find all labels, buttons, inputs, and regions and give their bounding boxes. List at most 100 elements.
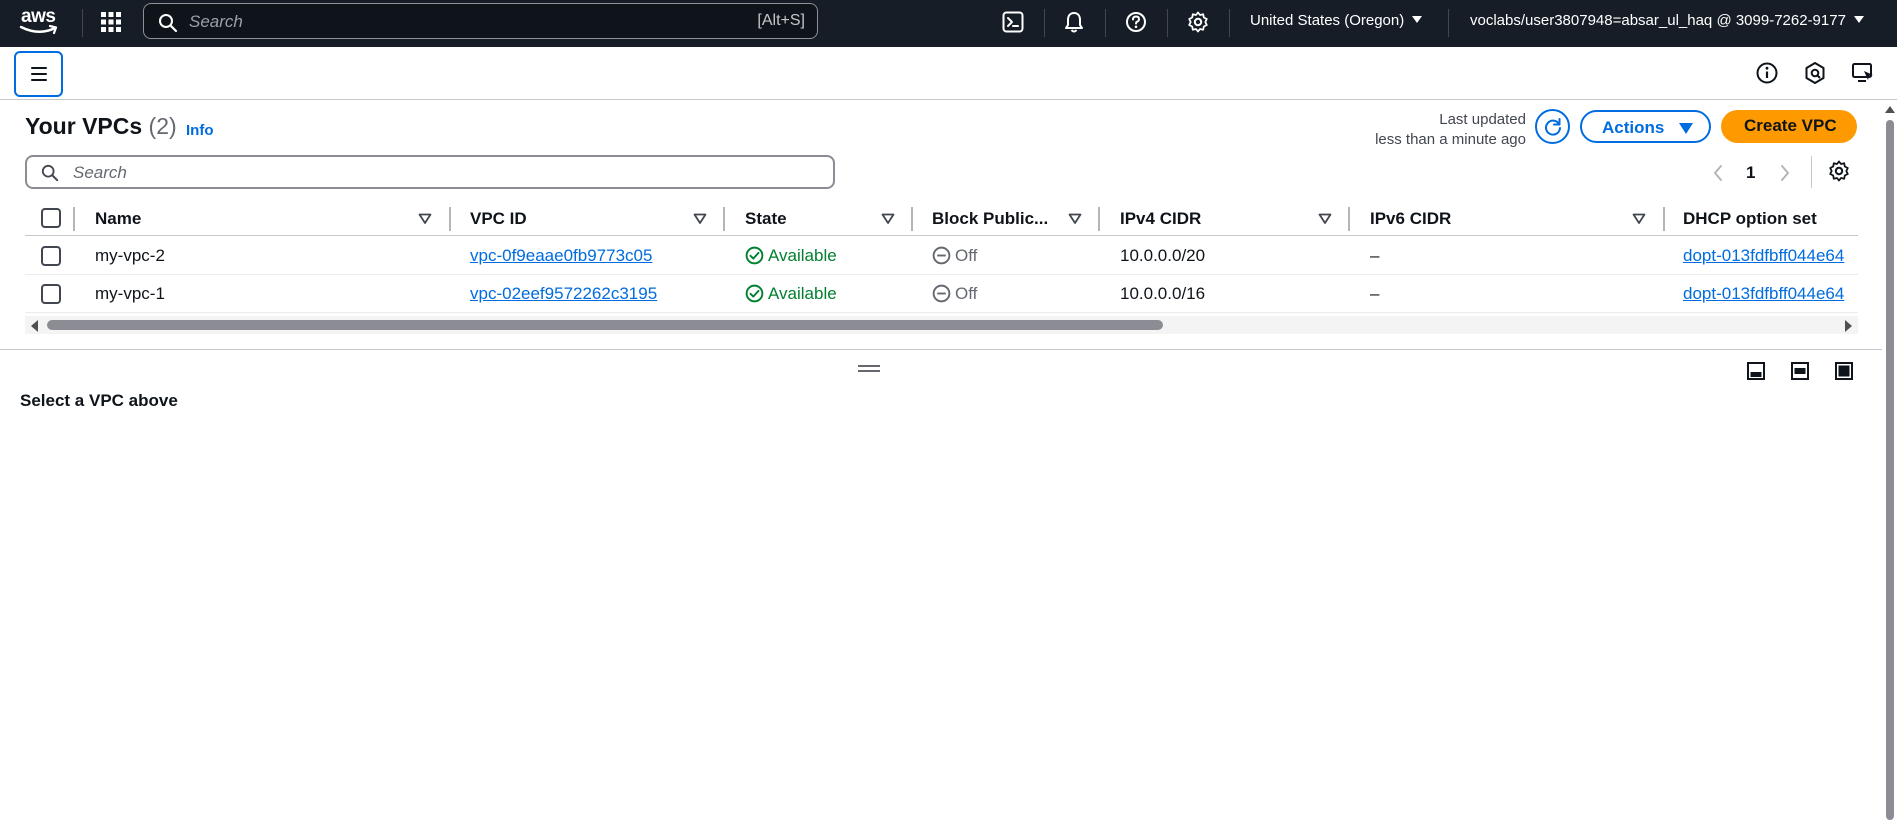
panel-bottom-icon[interactable] bbox=[1747, 362, 1765, 380]
help-icon[interactable] bbox=[1125, 11, 1147, 33]
ipv6-cidr: – bbox=[1370, 246, 1380, 265]
refresh-button[interactable] bbox=[1535, 109, 1570, 144]
vpc-id-link[interactable]: vpc-0f9eaae0fb9773c05 bbox=[470, 246, 652, 266]
scroll-right-arrow-icon[interactable] bbox=[1845, 320, 1852, 332]
vpc-id-link[interactable]: vpc-02eef9572262c3195 bbox=[470, 284, 657, 304]
vpc-search-input[interactable]: Search bbox=[25, 155, 835, 189]
table-row[interactable]: my-vpc-2 vpc-0f9eaae0fb9773c05 Available… bbox=[25, 237, 1858, 275]
column-header-ipv6-cidr[interactable]: IPv6 CIDR bbox=[1370, 209, 1451, 229]
column-divider[interactable] bbox=[723, 207, 725, 231]
column-header-dhcp-option-set[interactable]: DHCP option set bbox=[1683, 209, 1817, 229]
column-divider[interactable] bbox=[1098, 207, 1100, 231]
ipv6-cidr: – bbox=[1370, 284, 1380, 303]
table-row[interactable]: my-vpc-1 vpc-02eef9572262c3195 Available… bbox=[25, 275, 1858, 313]
stopped-circle-icon bbox=[932, 284, 951, 303]
cloudshell-icon[interactable] bbox=[1002, 11, 1024, 33]
page-title: Your VPCs (2) bbox=[25, 113, 177, 140]
column-header-block-public[interactable]: Block Public... bbox=[932, 209, 1048, 229]
ipv4-cidr: 10.0.0.0/16 bbox=[1120, 284, 1206, 303]
notifications-bell-icon[interactable] bbox=[1063, 11, 1085, 33]
security-icon[interactable] bbox=[1803, 61, 1827, 85]
page-title-text: Your VPCs bbox=[25, 113, 143, 139]
split-panel-divider bbox=[0, 349, 1882, 350]
last-updated-value: less than a minute ago bbox=[1375, 131, 1526, 148]
last-updated-label: Last updated bbox=[1439, 111, 1526, 128]
vpc-search-placeholder: Search bbox=[73, 163, 127, 182]
actions-label: Actions bbox=[1602, 118, 1665, 137]
navigation-menu-button[interactable] bbox=[14, 51, 63, 97]
caret-down-icon bbox=[1679, 123, 1693, 134]
state-label: Available bbox=[768, 246, 837, 265]
chevron-right-icon[interactable] bbox=[1779, 164, 1791, 182]
scroll-up-arrow-icon[interactable] bbox=[1885, 106, 1895, 113]
scrollbar-thumb[interactable] bbox=[47, 320, 1163, 330]
split-panel-message: Select a VPC above bbox=[20, 391, 178, 410]
row-checkbox[interactable] bbox=[41, 246, 61, 266]
settings-gear-icon[interactable] bbox=[1187, 11, 1209, 33]
scrollbar-thumb[interactable] bbox=[1886, 120, 1894, 820]
account-menu[interactable]: voclabs/user3807948=absar_ul_haq @ 3099-… bbox=[1470, 12, 1864, 29]
settings-gear-icon[interactable] bbox=[1828, 160, 1850, 182]
block-public-status: Off bbox=[932, 246, 977, 266]
block-public-label: Off bbox=[955, 284, 978, 303]
column-header-name[interactable]: Name bbox=[95, 209, 141, 229]
row-checkbox[interactable] bbox=[41, 284, 61, 304]
account-label: voclabs/user3807948=absar_ul_haq @ 3099-… bbox=[1470, 12, 1846, 29]
last-updated: Last updated less than a minute ago bbox=[1375, 110, 1526, 150]
column-divider bbox=[73, 207, 75, 231]
topbar-divider bbox=[82, 9, 83, 37]
check-circle-icon bbox=[745, 284, 764, 303]
column-header-vpc-id[interactable]: VPC ID bbox=[470, 209, 527, 229]
create-vpc-label: Create VPC bbox=[1744, 116, 1837, 135]
search-icon bbox=[159, 14, 178, 33]
column-header-state[interactable]: State bbox=[745, 209, 787, 229]
dhcp-option-set-link[interactable]: dopt-013fdfbff044e64 bbox=[1683, 284, 1844, 304]
topbar-divider bbox=[1167, 9, 1168, 37]
pagination: 1 bbox=[1712, 162, 1792, 184]
scroll-left-arrow-icon[interactable] bbox=[31, 320, 38, 332]
table-horizontal-scrollbar[interactable] bbox=[25, 316, 1858, 334]
drag-handle-icon bbox=[858, 365, 880, 367]
info-icon[interactable] bbox=[1755, 61, 1779, 85]
pagination-divider bbox=[1811, 156, 1812, 188]
info-link[interactable]: Info bbox=[186, 122, 214, 139]
state-status: Available bbox=[745, 246, 837, 266]
region-selector[interactable]: United States (Oregon) bbox=[1250, 12, 1423, 29]
panel-full-icon[interactable] bbox=[1835, 362, 1853, 380]
topbar-divider bbox=[1105, 9, 1106, 37]
page-vertical-scrollbar[interactable] bbox=[1882, 100, 1897, 826]
column-header-ipv4-cidr[interactable]: IPv4 CIDR bbox=[1120, 209, 1201, 229]
split-panel-drag-handle[interactable] bbox=[858, 365, 880, 373]
chevron-left-icon[interactable] bbox=[1712, 164, 1724, 182]
dhcp-option-set-link[interactable]: dopt-013fdfbff044e64 bbox=[1683, 246, 1844, 266]
table-header: Name VPC ID State Block Public... IPv4 C… bbox=[25, 203, 1858, 236]
aws-logo[interactable]: aws bbox=[19, 6, 61, 38]
column-divider[interactable] bbox=[911, 207, 913, 231]
console-subbar bbox=[0, 47, 1897, 100]
region-label: United States (Oregon) bbox=[1250, 12, 1405, 29]
dhcp-cell: dopt-013fdfbff044e64 bbox=[1683, 275, 1858, 312]
global-search-placeholder: Search bbox=[189, 12, 243, 31]
search-icon bbox=[41, 164, 59, 182]
current-page[interactable]: 1 bbox=[1746, 163, 1755, 183]
topbar-divider bbox=[1044, 9, 1045, 37]
stopped-circle-icon bbox=[932, 246, 951, 265]
search-shortcut-hint: [Alt+S] bbox=[757, 12, 805, 29]
global-search-input[interactable]: Search [Alt+S] bbox=[143, 3, 818, 39]
select-all-checkbox[interactable] bbox=[41, 208, 61, 228]
create-vpc-button[interactable]: Create VPC bbox=[1721, 110, 1857, 143]
top-navigation-bar: aws Search [Alt+S] United States (Oregon… bbox=[0, 0, 1897, 47]
column-divider[interactable] bbox=[449, 207, 451, 231]
state-label: Available bbox=[768, 284, 837, 303]
column-divider[interactable] bbox=[1348, 207, 1350, 231]
block-public-status: Off bbox=[932, 284, 977, 304]
aws-smile-icon bbox=[19, 25, 58, 35]
display-icon[interactable] bbox=[1851, 61, 1875, 85]
apps-grid-icon[interactable] bbox=[100, 11, 122, 33]
topbar-divider bbox=[1229, 9, 1230, 37]
drag-handle-icon bbox=[858, 370, 880, 372]
hamburger-menu-icon bbox=[31, 79, 47, 81]
column-divider[interactable] bbox=[1663, 207, 1665, 231]
actions-button[interactable]: Actions bbox=[1580, 110, 1711, 143]
panel-side-icon[interactable] bbox=[1791, 362, 1809, 380]
